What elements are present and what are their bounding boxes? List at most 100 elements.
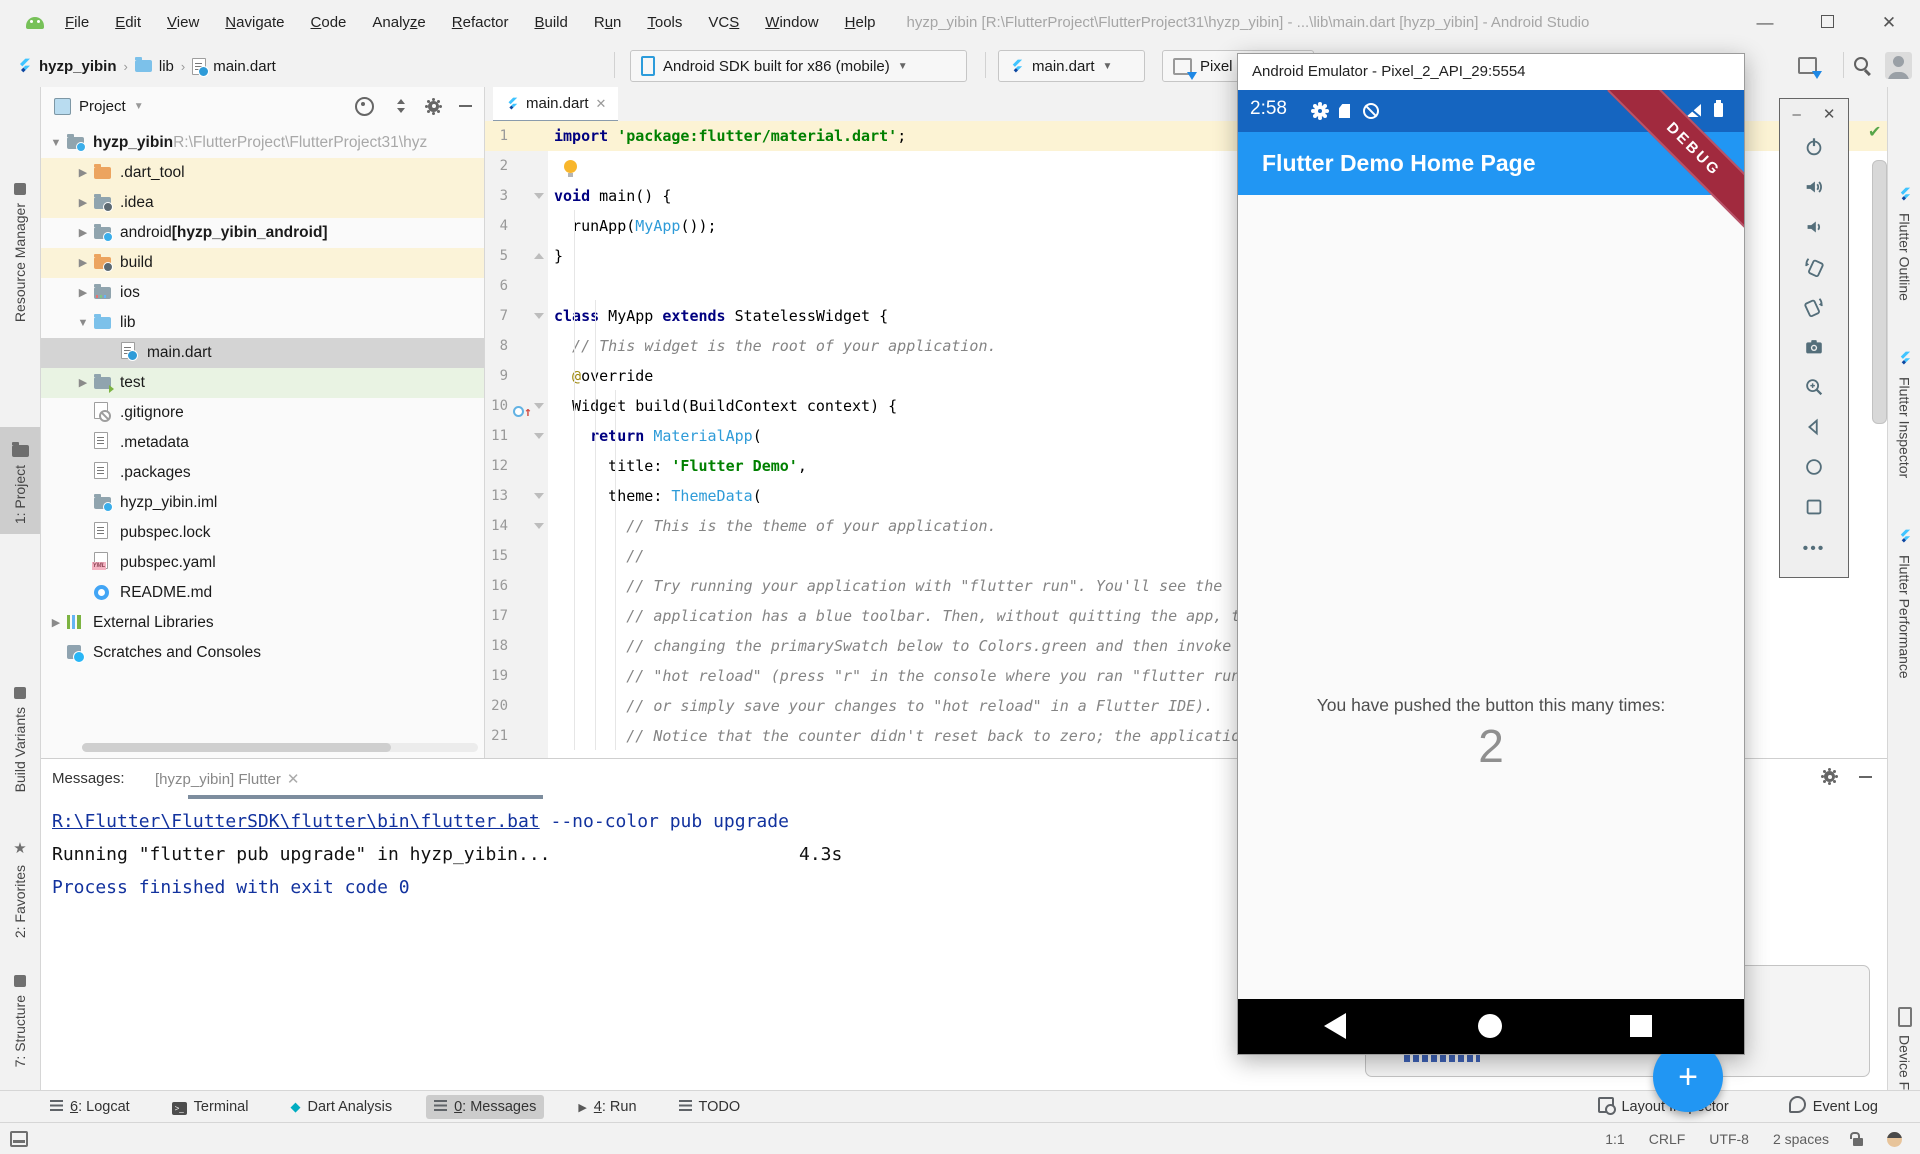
hide-panel-icon[interactable] xyxy=(459,105,472,107)
intention-bulb-icon[interactable] xyxy=(564,160,577,173)
tree-item-scratches-and-consoles[interactable]: Scratches and Consoles xyxy=(40,638,484,668)
tree-item--packages[interactable]: .packages xyxy=(40,458,484,488)
toolwindow-button-4-run[interactable]: ▶4: Run xyxy=(570,1095,644,1119)
nav-overview-button[interactable] xyxy=(1630,1015,1652,1037)
sdk-manager-button[interactable] xyxy=(1798,57,1817,78)
tree-arrow-icon[interactable]: ▶ xyxy=(72,248,94,278)
toolwindow-button-event-log[interactable]: Event Log xyxy=(1781,1095,1886,1119)
breadcrumb-project[interactable]: hyzp_yibin xyxy=(39,58,117,75)
emulator-power-button[interactable] xyxy=(1803,129,1826,169)
horizontal-scrollbar[interactable] xyxy=(82,743,478,752)
tree-arrow-icon[interactable]: ▶ xyxy=(72,158,94,188)
status-2-spaces[interactable]: 2 spaces xyxy=(1773,1131,1829,1147)
emulator-camera-button[interactable] xyxy=(1803,329,1826,369)
tree-arrow-icon[interactable]: ▶ xyxy=(72,188,94,218)
close-icon[interactable]: ✕ xyxy=(596,96,607,112)
updates-icon[interactable] xyxy=(1887,1132,1902,1147)
tree-item-hyzp-yibin[interactable]: ▼hyzp_yibin R:\FlutterProject\FlutterPro… xyxy=(40,128,484,158)
menu-file[interactable]: File xyxy=(52,0,102,45)
breadcrumb-file[interactable]: main.dart xyxy=(213,58,276,75)
tree-item--metadata[interactable]: .metadata xyxy=(40,428,484,458)
nav-back-button[interactable] xyxy=(1324,1013,1346,1039)
tree-item-lib[interactable]: ▼lib xyxy=(40,308,484,338)
menu-analyze[interactable]: Analyze xyxy=(359,0,438,45)
tree-arrow-icon[interactable]: ▼ xyxy=(72,308,94,338)
status-crlf[interactable]: CRLF xyxy=(1649,1131,1686,1147)
fold-icon[interactable] xyxy=(534,493,544,499)
toolwindow-button-6-logcat[interactable]: 6: Logcat xyxy=(42,1095,138,1119)
tree-item-hyzp-yibin-iml[interactable]: hyzp_yibin.iml xyxy=(40,488,484,518)
emulator-overview-button[interactable] xyxy=(1803,489,1826,529)
tool-strip-2-favorites[interactable]: ★2: Favorites xyxy=(0,833,40,938)
tree-item-test[interactable]: ▶test xyxy=(40,368,484,398)
nav-home-button[interactable] xyxy=(1478,1014,1502,1038)
gear-icon[interactable] xyxy=(1824,771,1835,782)
toolwindow-button-dart-analysis[interactable]: ◆Dart Analysis xyxy=(282,1095,400,1119)
menu-window[interactable]: Window xyxy=(752,0,831,45)
profile-button[interactable] xyxy=(1885,52,1912,83)
restore-button[interactable] xyxy=(1796,13,1858,33)
menu-navigate[interactable]: Navigate xyxy=(212,0,297,45)
tree-item-main-dart[interactable]: main.dart xyxy=(40,338,484,368)
emulator-rotate-left-button[interactable] xyxy=(1803,249,1826,289)
emulator-volume-up-button[interactable] xyxy=(1803,169,1826,209)
menu-edit[interactable]: Edit xyxy=(102,0,154,45)
tree-arrow-icon[interactable]: ▶ xyxy=(72,368,94,398)
fold-icon[interactable] xyxy=(534,523,544,529)
tree-item--gitignore[interactable]: .gitignore xyxy=(40,398,484,428)
collapse-all-icon[interactable] xyxy=(394,99,408,113)
minimize-button[interactable]: — xyxy=(1734,13,1796,33)
close-button[interactable]: ✕ xyxy=(1858,13,1920,33)
menu-help[interactable]: Help xyxy=(832,0,889,45)
fold-icon[interactable] xyxy=(534,433,544,439)
status-1-1[interactable]: 1:1 xyxy=(1605,1131,1624,1147)
fold-icon[interactable] xyxy=(534,193,544,199)
tool-strip-7-structure[interactable]: 7: Structure xyxy=(0,967,40,1067)
menu-run[interactable]: Run xyxy=(581,0,635,45)
file-link[interactable]: R:\Flutter\FlutterSDK\flutter\bin\flutte… xyxy=(52,811,540,832)
breadcrumb-lib[interactable]: lib xyxy=(159,58,174,75)
tree-arrow-icon[interactable]: ▶ xyxy=(72,278,94,308)
status-utf-8[interactable]: UTF-8 xyxy=(1709,1131,1749,1147)
run-config-selector[interactable]: main.dart ▼ xyxy=(998,50,1145,82)
tree-item-external-libraries[interactable]: ▶External Libraries xyxy=(40,608,484,638)
tree-item--idea[interactable]: ▶.idea xyxy=(40,188,484,218)
toolwindow-button-0-messages[interactable]: 0: Messages xyxy=(426,1095,544,1119)
menu-tools[interactable]: Tools xyxy=(634,0,695,45)
fold-icon[interactable] xyxy=(534,253,544,259)
search-everywhere-button[interactable] xyxy=(1853,56,1872,79)
menu-refactor[interactable]: Refactor xyxy=(439,0,522,45)
emulator-title-bar[interactable]: Android Emulator - Pixel_2_API_29:5554 xyxy=(1238,54,1744,90)
fold-icon[interactable] xyxy=(534,403,544,409)
emulator-back-button[interactable] xyxy=(1803,409,1826,449)
editor-scrollbar[interactable] xyxy=(1872,160,1887,424)
menu-vcs[interactable]: VCS xyxy=(695,0,752,45)
tree-arrow-icon[interactable]: ▼ xyxy=(45,128,67,158)
tool-strip-build-variants[interactable]: Build Variants xyxy=(0,679,40,792)
device-selector[interactable]: Android SDK built for x86 (mobile) ▼ xyxy=(630,50,967,82)
emulator-minimize-button[interactable]: – xyxy=(1793,106,1801,123)
menu-view[interactable]: View xyxy=(154,0,212,45)
tool-window-toggle-icon[interactable] xyxy=(10,1131,28,1147)
tree-arrow-icon[interactable]: ▶ xyxy=(45,608,67,638)
tree-arrow-icon[interactable]: ▶ xyxy=(72,218,94,248)
tool-strip-resource-manager[interactable]: Resource Manager xyxy=(0,175,40,322)
emulator-more-button[interactable]: ••• xyxy=(1803,529,1826,569)
locate-file-icon[interactable] xyxy=(355,97,374,116)
tree-item-readme-md[interactable]: README.md xyxy=(40,578,484,608)
menu-build[interactable]: Build xyxy=(521,0,580,45)
messages-tab-flutter[interactable]: [hyzp_yibin] Flutter✕ xyxy=(155,770,299,788)
tool-strip-flutter-performance[interactable]: Flutter Performance xyxy=(1888,529,1920,679)
emulator-volume-down-button[interactable] xyxy=(1803,209,1826,249)
editor-tab-main-dart[interactable]: main.dart ✕ xyxy=(493,87,618,123)
tool-strip-flutter-outline[interactable]: Flutter Outline xyxy=(1888,187,1920,301)
tree-item-pubspec-yaml[interactable]: YMLpubspec.yaml xyxy=(40,548,484,578)
toolwindow-button-terminal[interactable]: Terminal xyxy=(164,1095,257,1119)
fold-icon[interactable] xyxy=(534,313,544,319)
emulator-rotate-right-button[interactable] xyxy=(1803,289,1826,329)
tree-item-pubspec-lock[interactable]: pubspec.lock xyxy=(40,518,484,548)
project-view-title[interactable]: Project xyxy=(79,98,126,115)
menu-code[interactable]: Code xyxy=(298,0,360,45)
gear-icon[interactable] xyxy=(428,101,439,112)
emulator-zoom-in-button[interactable] xyxy=(1803,369,1826,409)
